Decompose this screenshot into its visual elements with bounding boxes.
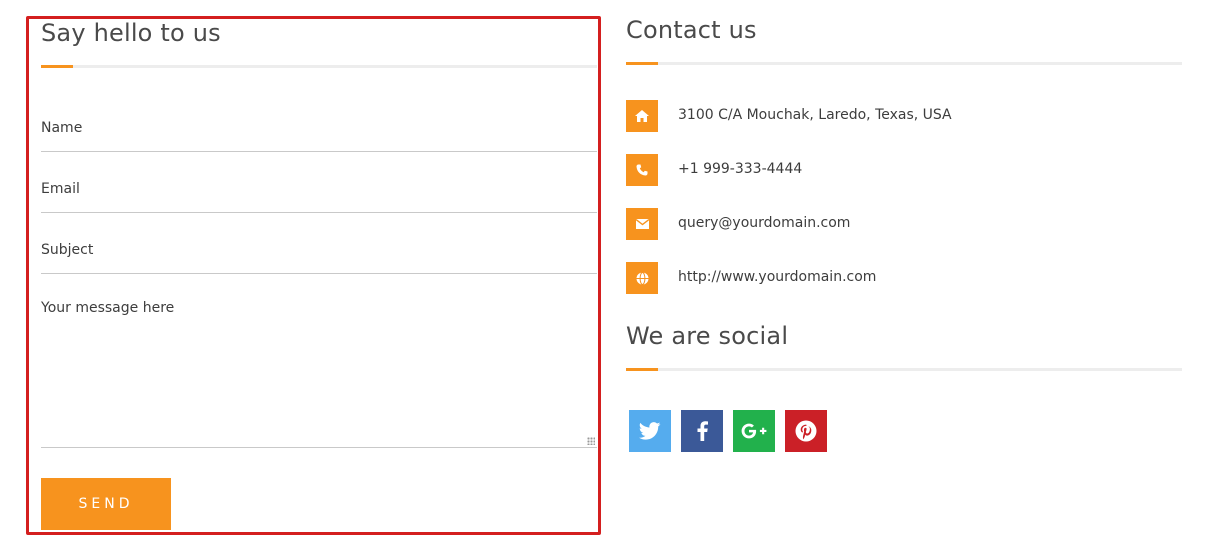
contact-title: Contact us (626, 16, 757, 44)
contact-title-accent (626, 62, 658, 65)
contact-form-panel: Say hello to us SEND (26, 16, 601, 535)
facebook-icon (697, 421, 708, 441)
address-text: 3100 C/A Mouchak, Laredo, Texas, USA (678, 107, 952, 123)
social-title: We are social (626, 322, 789, 350)
phone-text: +1 999-333-4444 (678, 161, 803, 177)
form-title-accent (41, 65, 73, 68)
contact-item-phone: +1 999-333-4444 (626, 154, 1182, 186)
subject-field-wrapper (41, 239, 597, 274)
globe-icon (626, 262, 658, 294)
google-plus-button[interactable] (733, 410, 775, 452)
message-textarea[interactable] (41, 300, 597, 445)
google-plus-icon (741, 423, 767, 439)
name-input[interactable] (41, 118, 597, 138)
send-button[interactable]: SEND (41, 478, 171, 530)
email-field-wrapper (41, 178, 597, 213)
message-field-wrapper (41, 300, 597, 448)
social-links (629, 410, 827, 452)
twitter-button[interactable] (629, 410, 671, 452)
form-title: Say hello to us (41, 19, 221, 47)
pinterest-button[interactable] (785, 410, 827, 452)
subject-input[interactable] (41, 240, 597, 260)
envelope-icon (626, 208, 658, 240)
resize-handle-icon[interactable] (587, 437, 595, 445)
social-title-divider (626, 368, 1182, 371)
phone-icon (626, 154, 658, 186)
contact-item-address: 3100 C/A Mouchak, Laredo, Texas, USA (626, 100, 1182, 132)
social-title-accent (626, 368, 658, 371)
contact-title-divider (626, 62, 1182, 65)
name-field-wrapper (41, 117, 597, 152)
contact-item-website: http://www.yourdomain.com (626, 262, 1182, 294)
form-title-divider (41, 65, 597, 68)
facebook-button[interactable] (681, 410, 723, 452)
contact-item-email: query@yourdomain.com (626, 208, 1182, 240)
pinterest-icon (795, 420, 817, 442)
email-text: query@yourdomain.com (678, 215, 851, 231)
home-icon (626, 100, 658, 132)
website-text: http://www.yourdomain.com (678, 269, 877, 285)
twitter-icon (639, 422, 661, 440)
email-input[interactable] (41, 179, 597, 199)
contact-info-panel: Contact us 3100 C/A Mouchak, Laredo, Tex… (626, 16, 1182, 536)
